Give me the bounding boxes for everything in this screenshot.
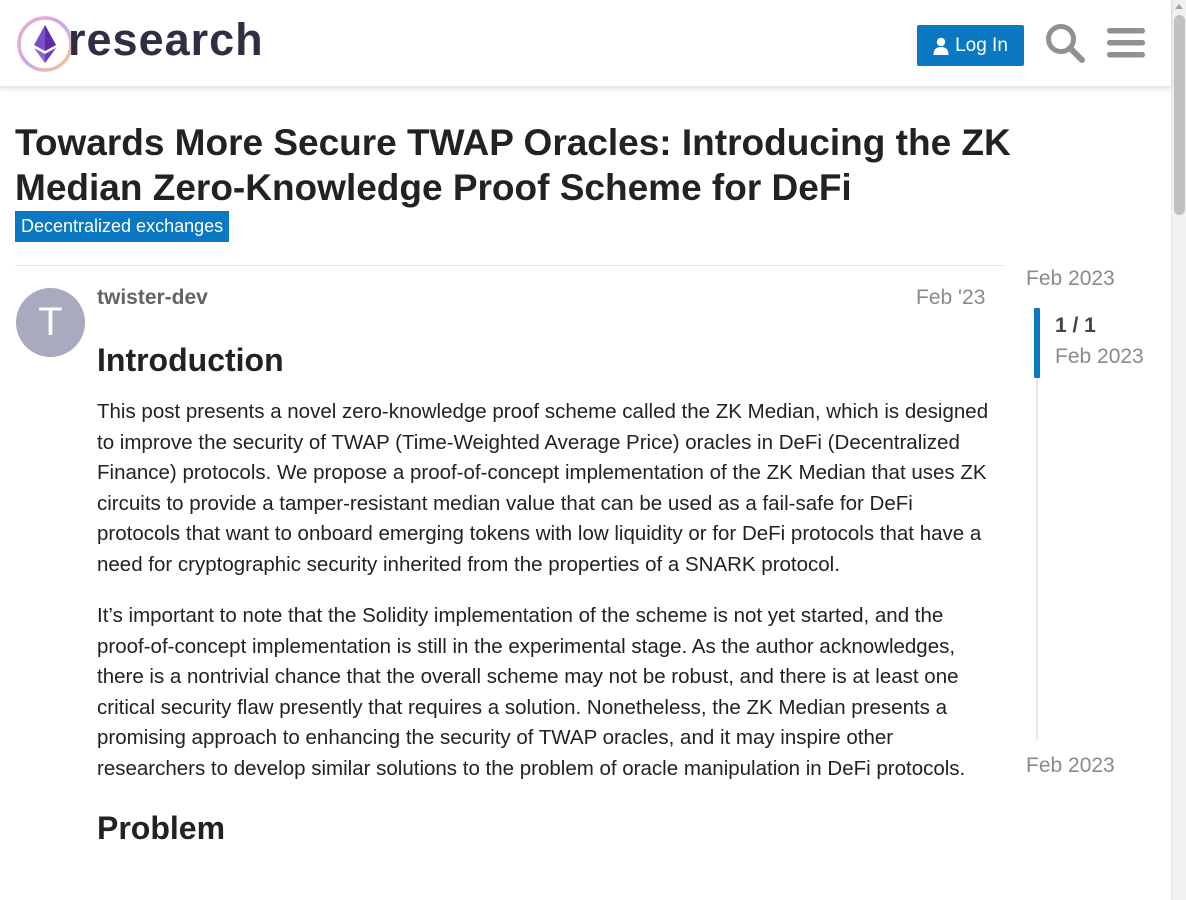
scrollbar-thumb[interactable]: [1174, 15, 1185, 215]
post-heading-introduction: Introduction: [97, 342, 284, 378]
timeline-end-date[interactable]: Feb 2023: [1026, 754, 1115, 778]
post-paragraph: It’s important to note that the Solidity…: [97, 604, 966, 780]
user-icon: [933, 37, 949, 55]
post-paragraph: This post presents a novel zero-knowledg…: [97, 400, 989, 576]
site-logo-text[interactable]: research: [68, 14, 264, 66]
site-logo[interactable]: [16, 14, 74, 74]
login-button[interactable]: Log In: [917, 25, 1024, 66]
category-badge[interactable]: Decentralized exchanges: [15, 211, 230, 242]
timeline-start-date[interactable]: Feb 2023: [1026, 267, 1115, 291]
login-label: Log In: [955, 34, 1008, 56]
post-heading-problem: Problem: [97, 810, 226, 846]
topic-divider: [15, 265, 1004, 266]
scroll-up-arrow-icon[interactable]: [1175, 4, 1183, 9]
timeline-post-count: 1 / 1: [1055, 314, 1096, 337]
search-icon[interactable]: [1044, 22, 1086, 69]
site-header: research Log In: [0, 0, 1171, 87]
topic-title[interactable]: Towards More Secure TWAP Oracles: Introd…: [15, 120, 1075, 210]
post-username[interactable]: twister-dev: [97, 286, 208, 310]
hamburger-menu-icon[interactable]: [1106, 25, 1146, 66]
post-date[interactable]: Feb '23: [916, 286, 985, 310]
ethereum-logo-icon: [17, 16, 73, 72]
post-body: Introduction This post presents a novel …: [97, 337, 992, 865]
timeline-current-date: Feb 2023: [1055, 345, 1144, 368]
avatar[interactable]: T: [16, 288, 85, 357]
timeline-handle[interactable]: [1034, 308, 1040, 378]
page-scrollbar[interactable]: [1171, 0, 1186, 900]
